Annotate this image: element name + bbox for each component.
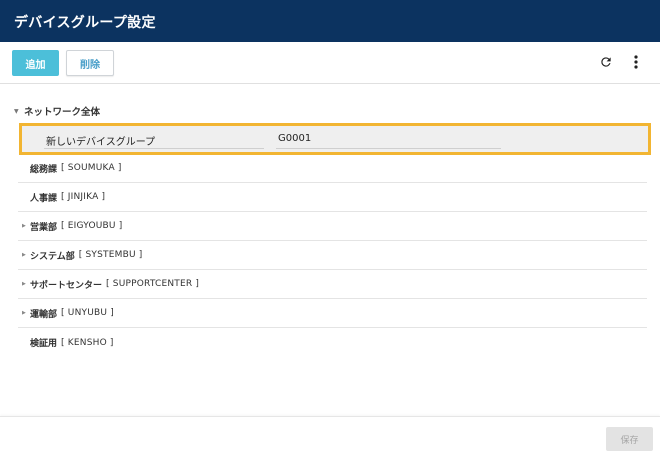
add-button[interactable]: 追加 [12, 50, 59, 76]
delete-button[interactable]: 削除 [66, 50, 114, 76]
tree-root-label: ネットワーク全体 [24, 107, 101, 118]
save-button[interactable]: 保存 [606, 427, 653, 451]
refresh-icon[interactable] [598, 54, 614, 70]
page-title: デバイスグループ設定 [14, 15, 156, 31]
node-code: [ SYSTEMBU ] [78, 250, 143, 260]
caret-right-icon[interactable]: ▶ [22, 281, 30, 287]
toolbar: 追加 削除 [0, 42, 660, 84]
group-code-field[interactable]: G0001 [276, 131, 501, 149]
tree-node[interactable]: ▶ 営業部 [ EIGYOUBU ] [18, 212, 647, 241]
caret-down-icon[interactable]: ▼ [14, 108, 24, 115]
node-code: [ SOUMUKA ] [61, 163, 122, 173]
title-bar: デバイスグループ設定 [0, 0, 660, 42]
tree-node[interactable]: ▶ サポートセンター [ SUPPORTCENTER ] [18, 270, 647, 299]
new-group-edit-row: 新しいデバイスグループ G0001 [19, 123, 651, 155]
tree-root[interactable]: ▼ ネットワーク全体 [14, 104, 100, 118]
node-code: [ KENSHO ] [61, 337, 114, 348]
node-label: 営業部 [30, 222, 58, 233]
node-code: [ UNYUBU ] [61, 308, 114, 318]
group-name-field[interactable]: 新しいデバイスグループ [44, 131, 264, 149]
node-code: [ SUPPORTCENTER ] [106, 279, 200, 289]
node-label: システム部 [30, 251, 75, 262]
node-code: [ EIGYOUBU ] [61, 221, 123, 231]
node-code: [ JINJIKA ] [61, 192, 106, 202]
tree-node[interactable]: ▶ 運輸部 [ UNYUBU ] [18, 299, 647, 328]
caret-right-icon[interactable]: ▶ [22, 310, 30, 316]
footer-bar: 保存 [0, 416, 660, 458]
tree-node[interactable]: 人事課 [ JINJIKA ] [18, 183, 647, 212]
node-label: 人事課 [30, 193, 58, 204]
tree-node[interactable]: 検証用 [ KENSHO ] [18, 328, 647, 357]
tree-node[interactable]: 総務課 [ SOUMUKA ] [18, 154, 647, 183]
tree-node[interactable]: ▶ システム部 [ SYSTEMBU ] [18, 241, 647, 270]
more-vertical-icon[interactable] [628, 54, 644, 70]
node-label: 運輸部 [30, 309, 58, 320]
caret-right-icon[interactable]: ▶ [22, 252, 30, 258]
node-label: 総務課 [30, 164, 58, 175]
node-label: サポートセンター [30, 280, 103, 291]
node-label: 検証用 [30, 339, 58, 349]
caret-right-icon[interactable]: ▶ [22, 223, 30, 229]
